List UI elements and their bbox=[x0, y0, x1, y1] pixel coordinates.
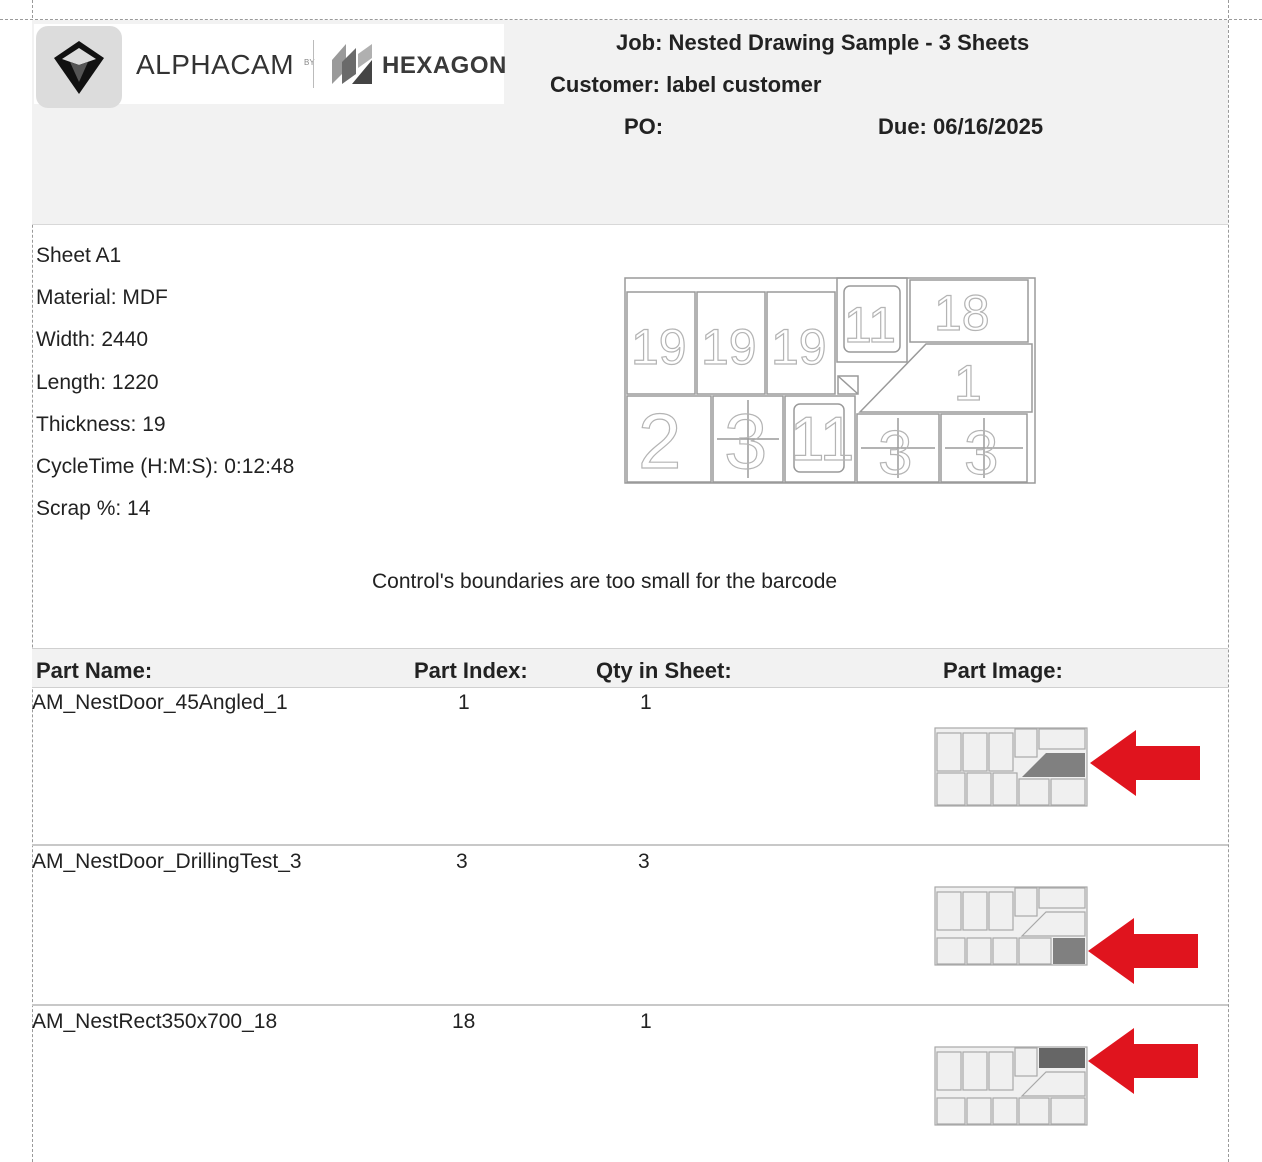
nest-label: 19 bbox=[771, 319, 827, 375]
due-date: Due: 06/16/2025 bbox=[878, 114, 1044, 139]
guide-line-right bbox=[1228, 0, 1229, 1162]
barcode-error-message: Control's boundaries are too small for t… bbox=[372, 570, 838, 593]
sheet-width: Width: 2440 bbox=[36, 328, 149, 351]
brand-divider bbox=[313, 40, 314, 88]
sheet-thickness: Thickness: 19 bbox=[36, 413, 166, 436]
hexagon-logo-icon bbox=[328, 40, 376, 93]
brand-name: ALPHACAM bbox=[136, 49, 295, 80]
red-arrow-icon bbox=[1090, 730, 1200, 796]
column-header-qty: Qty in Sheet: bbox=[596, 658, 732, 683]
sheet-scrap: Scrap %: 14 bbox=[36, 497, 151, 520]
nest-label: 1 bbox=[954, 355, 982, 411]
nest-label: 3 bbox=[724, 397, 767, 485]
alphacam-logo-icon bbox=[36, 26, 122, 108]
customer-name: Customer: label customer bbox=[550, 72, 822, 97]
job-title: Job: Nested Drawing Sample - 3 Sheets bbox=[616, 30, 1030, 55]
red-arrow-icon bbox=[1088, 1028, 1198, 1094]
part-index-cell: 18 bbox=[452, 1010, 476, 1033]
highlighted-part bbox=[1053, 938, 1085, 964]
sheet-name: Sheet A1 bbox=[36, 244, 122, 267]
row-separator bbox=[32, 844, 1228, 846]
part-name-cell: AM_NestDoor_45Angled_1 bbox=[32, 691, 288, 714]
part-thumbnail bbox=[934, 886, 1088, 966]
partner-name: HEXAGON bbox=[382, 52, 507, 79]
qty-cell: 1 bbox=[640, 1010, 652, 1033]
part-thumbnail bbox=[934, 727, 1088, 807]
column-header-part-index: Part Index: bbox=[414, 658, 528, 683]
nest-label: 3 bbox=[878, 419, 912, 486]
nest-label: 11 bbox=[790, 405, 854, 474]
sheet-material: Material: MDF bbox=[36, 286, 168, 309]
po-label: PO: bbox=[624, 114, 664, 139]
nest-label: 19 bbox=[701, 319, 757, 375]
qty-cell: 1 bbox=[640, 691, 652, 714]
column-header-part-image: Part Image: bbox=[943, 658, 1063, 683]
nest-label: 19 bbox=[631, 319, 687, 375]
nest-label: 2 bbox=[638, 397, 681, 485]
qty-cell: 3 bbox=[638, 850, 650, 873]
part-index-cell: 1 bbox=[458, 691, 470, 714]
sheet-length: Length: 1220 bbox=[36, 371, 159, 394]
nest-label: 3 bbox=[964, 419, 998, 486]
part-name-cell: AM_NestRect350x700_18 bbox=[32, 1010, 278, 1033]
nest-label: 18 bbox=[934, 285, 990, 341]
part-thumbnail bbox=[934, 1046, 1088, 1126]
sheet-cycle-time: CycleTime (H:M:S): 0:12:48 bbox=[36, 455, 295, 478]
part-name-cell: AM_NestDoor_DrillingTest_3 bbox=[32, 850, 302, 873]
nest-layout-drawing: 19 19 19 11 18 1 2 3 11 3 3 bbox=[624, 277, 1036, 486]
red-arrow-icon bbox=[1088, 918, 1198, 984]
column-header-part-name: Part Name: bbox=[36, 658, 153, 683]
row-separator bbox=[32, 1004, 1228, 1006]
nest-label: 11 bbox=[844, 297, 896, 353]
part-index-cell: 3 bbox=[456, 850, 468, 873]
highlighted-part bbox=[1039, 1048, 1085, 1068]
